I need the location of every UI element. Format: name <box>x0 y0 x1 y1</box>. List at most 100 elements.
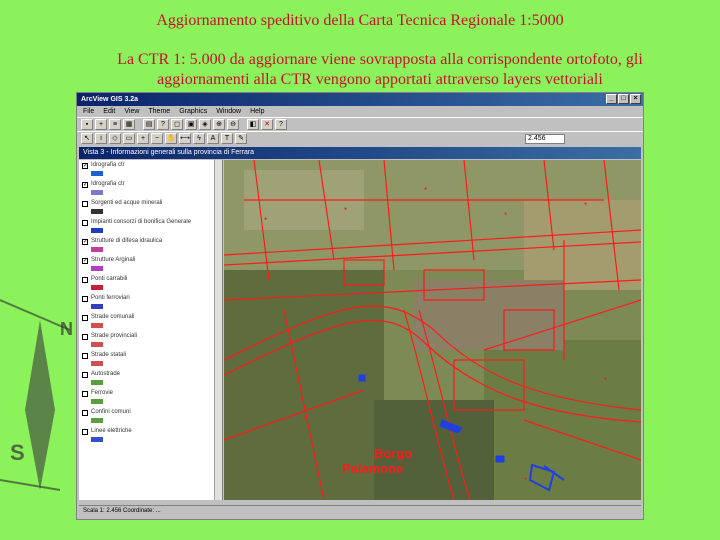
identify-tool[interactable]: i <box>95 133 107 144</box>
legend-symbol-icon <box>91 380 103 385</box>
menu-view[interactable]: View <box>124 108 139 115</box>
theme-visibility-checkbox[interactable]: ✓ <box>82 258 88 264</box>
theme-visibility-checkbox[interactable] <box>82 201 88 207</box>
select-features-button[interactable]: ◧ <box>247 119 259 130</box>
menu-edit[interactable]: Edit <box>103 108 115 115</box>
legend-item-label: Ponti carrabili <box>91 276 128 282</box>
help-button[interactable]: ? <box>275 119 287 130</box>
legend-item[interactable]: Ponti carrabili <box>79 274 222 293</box>
zoom-out-tool[interactable]: − <box>151 133 163 144</box>
legend-symbol-icon <box>91 361 103 366</box>
legend-editor-button[interactable]: ▤ <box>143 119 155 130</box>
table-button[interactable]: ▦ <box>123 119 135 130</box>
menu-file[interactable]: File <box>83 108 94 115</box>
theme-visibility-checkbox[interactable] <box>82 429 88 435</box>
menu-window[interactable]: Window <box>216 108 241 115</box>
menubar: File Edit View Theme Graphics Window Hel… <box>77 106 643 117</box>
theme-visibility-checkbox[interactable] <box>82 391 88 397</box>
button-bar: ▪ + ≡ ▦ ▤ ? ◻ ▣ ◈ ⊕ ⊖ ◧ ✕ ? <box>77 117 643 131</box>
legend-item[interactable]: Ferrovie <box>79 388 222 407</box>
theme-visibility-checkbox[interactable] <box>82 296 88 302</box>
legend-item-label: Strutture Arginali <box>91 257 136 263</box>
compass-rose-icon: S N <box>0 299 73 491</box>
legend-item[interactable]: ✓ Strutture Arginali <box>79 255 222 274</box>
legend-item-label: Impianti consorzi di bonifica Generale <box>91 219 192 225</box>
add-theme-button[interactable]: + <box>95 119 107 130</box>
save-button[interactable]: ▪ <box>81 119 93 130</box>
legend-item-label: Idrografia ctr <box>91 162 125 168</box>
text-tool[interactable]: T <box>221 133 233 144</box>
theme-visibility-checkbox[interactable] <box>82 315 88 321</box>
properties-button[interactable]: ≡ <box>109 119 121 130</box>
minimize-button[interactable]: _ <box>606 94 617 104</box>
slide-title: Aggiornamento speditivo della Carta Tecn… <box>156 12 564 29</box>
legend-item[interactable]: Linee elettriche <box>79 426 222 445</box>
svg-text:●: ● <box>604 376 607 382</box>
legend-symbol-icon <box>91 418 103 423</box>
theme-visibility-checkbox[interactable]: ✓ <box>82 163 88 169</box>
theme-visibility-checkbox[interactable]: ✓ <box>82 239 88 245</box>
legend-item[interactable]: Sorgenti ed acque minerali <box>79 198 222 217</box>
theme-visibility-checkbox[interactable] <box>82 277 88 283</box>
window-titlebar: ArcView GIS 3.2a _ □ × <box>77 93 643 106</box>
select-tool[interactable]: ▭ <box>123 133 135 144</box>
zoom-in-button[interactable]: ⊕ <box>213 119 225 130</box>
table-of-contents: ✓ Idrografia ctr ✓ Idrografia ctr Sorgenti e… <box>79 160 223 500</box>
legend-symbol-icon <box>91 247 103 252</box>
legend-symbol-icon <box>91 399 103 404</box>
legend-item[interactable]: Impianti consorzi di bonifica Generale <box>79 217 222 236</box>
theme-visibility-checkbox[interactable] <box>82 410 88 416</box>
zoom-active-button[interactable]: ▣ <box>185 119 197 130</box>
menu-theme[interactable]: Theme <box>148 108 170 115</box>
theme-visibility-checkbox[interactable] <box>82 334 88 340</box>
pointer-tool[interactable]: ↖ <box>81 133 93 144</box>
hotlink-tool[interactable]: ϟ <box>193 133 205 144</box>
svg-text:●: ● <box>424 186 427 192</box>
legend-symbol-icon <box>91 228 103 233</box>
legend-item[interactable]: ✓ Idrografia ctr <box>79 179 222 198</box>
zoom-in-tool[interactable]: + <box>137 133 149 144</box>
legend-symbol-icon <box>91 323 103 328</box>
status-bar: Scala 1: 2.456 Coordinate: ... <box>79 505 641 517</box>
clear-selection-button[interactable]: ✕ <box>261 119 273 130</box>
theme-visibility-checkbox[interactable] <box>82 353 88 359</box>
query-button[interactable]: ? <box>157 119 169 130</box>
map-display[interactable]: ● ● ● ● ● ● ● ● ● Borgo Palamone <box>224 160 641 500</box>
scale-field[interactable]: 2.456 <box>525 134 565 144</box>
legend-item-label: Idrografia ctr <box>91 181 125 187</box>
measure-tool[interactable]: ⟷ <box>179 133 191 144</box>
legend-item[interactable]: Strade statali <box>79 350 222 369</box>
legend-item[interactable]: Strade provinciali <box>79 331 222 350</box>
legend-scrollbar[interactable] <box>214 160 222 500</box>
legend-item-label: Strade statali <box>91 352 127 358</box>
label-tool[interactable]: A <box>207 133 219 144</box>
legend-item[interactable]: ✓ Idrografia ctr <box>79 160 222 179</box>
legend-item-label: Autostrade <box>91 371 121 377</box>
maximize-button[interactable]: □ <box>618 94 629 104</box>
close-button[interactable]: × <box>630 94 641 104</box>
arcview-window: ArcView GIS 3.2a _ □ × File Edit View Th… <box>76 92 644 520</box>
draw-tool[interactable]: ✎ <box>235 133 247 144</box>
svg-text:●: ● <box>504 211 507 217</box>
svg-text:●: ● <box>264 216 267 222</box>
slide-subtitle: La CTR 1: 5.000 da aggiornare viene sovr… <box>117 51 643 88</box>
legend-item[interactable]: Strade comunali <box>79 312 222 331</box>
menu-graphics[interactable]: Graphics <box>179 108 207 115</box>
legend-item[interactable]: Autostrade <box>79 369 222 388</box>
zoom-full-button[interactable]: ◻ <box>171 119 183 130</box>
pan-tool[interactable]: ✋ <box>165 133 177 144</box>
vertex-edit-tool[interactable]: ◇ <box>109 133 121 144</box>
menu-help[interactable]: Help <box>250 108 264 115</box>
legend-item[interactable]: Confini comuni <box>79 407 222 426</box>
theme-visibility-checkbox[interactable]: ✓ <box>82 182 88 188</box>
theme-visibility-checkbox[interactable] <box>82 220 88 226</box>
zoom-selected-button[interactable]: ◈ <box>199 119 211 130</box>
svg-text:●: ● <box>304 416 307 422</box>
legend-item[interactable]: ✓ Strutture di difesa idraulica <box>79 236 222 255</box>
legend-item-label: Strutture di difesa idraulica <box>91 238 163 244</box>
zoom-out-button[interactable]: ⊖ <box>227 119 239 130</box>
theme-visibility-checkbox[interactable] <box>82 372 88 378</box>
legend-item-label: Ferrovie <box>91 390 114 396</box>
window-title: ArcView GIS 3.2a <box>81 96 139 103</box>
legend-item[interactable]: Ponti ferroviari <box>79 293 222 312</box>
